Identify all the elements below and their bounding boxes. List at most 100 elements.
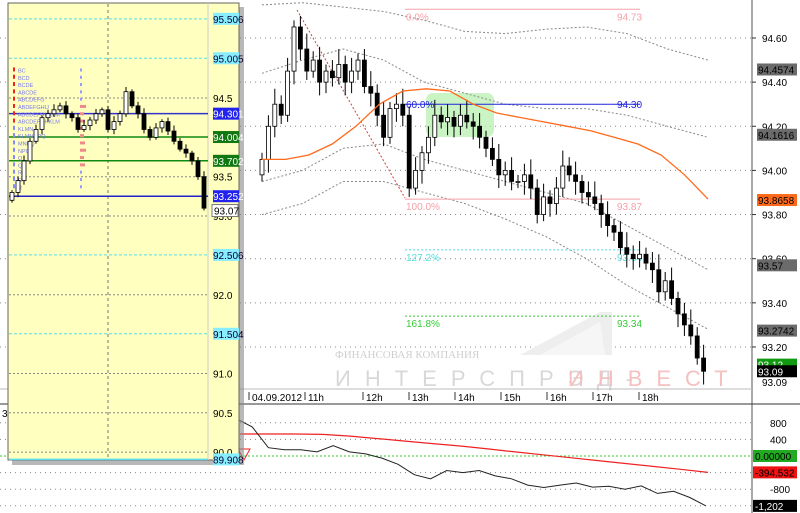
price-marker-label: 93.2742: [758, 327, 795, 338]
fibonacci-levels[interactable]: 0.0% 94.7360.0% 94.30100.0% 93.87127.2% 93.6…: [405, 8, 642, 330]
profile-row-letters: BCDE: [18, 83, 34, 89]
candle-bullish: [419, 152, 425, 171]
candle-bullish: [159, 121, 165, 129]
profile-marker: [13, 89, 15, 94]
panel-tick-label: 91.0: [213, 369, 233, 380]
candle-bearish: [547, 196, 553, 204]
candle-bearish: [701, 357, 706, 372]
profile-row-letters: ABCDE: [18, 90, 37, 96]
candle-bullish: [522, 174, 527, 182]
candle-bearish: [611, 225, 617, 233]
profile-volume-bar: [80, 163, 85, 167]
panel-level-label: 92.506: [213, 251, 244, 262]
trading-chart[interactable]: ФИНАНСОВАЯ КОМПАНИЯ ИНТЕРСПРЭД- ИНВЕСТ 0…: [0, 0, 800, 513]
watermark-logo: ФИНАНСОВАЯ КОМПАНИЯ ИНТЕРСПРЭД- ИНВЕСТ: [335, 312, 728, 391]
candle-bullish: [432, 114, 438, 138]
profile-row-letters: BCD: [18, 76, 30, 82]
candle-bearish: [483, 136, 489, 149]
fib-price-label: 94.73: [617, 12, 642, 23]
fib-trend-line[interactable]: [296, 9, 406, 199]
panel-level-label: 95.005: [213, 54, 244, 65]
candle-bearish: [165, 121, 171, 132]
price-axis[interactable]: 94.6094.4094.2094.0093.8093.6093.4093.20…: [752, 34, 797, 389]
profile-marker: [13, 118, 15, 123]
candle-bearish: [278, 103, 284, 116]
candle-bullish: [39, 117, 45, 130]
fib-level-label: 127.2%: [406, 253, 440, 264]
candle-bearish: [129, 91, 135, 107]
candle-bullish: [57, 105, 63, 111]
profile-volume-bar: [80, 148, 86, 152]
envelope-bands: [261, 2, 709, 330]
price-tick-label: 94.60: [762, 34, 787, 45]
candle-bearish: [573, 174, 578, 182]
candle-bullish: [259, 158, 265, 176]
candle-bearish: [329, 70, 335, 79]
panel-tick-label: 93.5: [213, 173, 233, 184]
profile-marker: [13, 67, 15, 72]
candle-bearish: [566, 165, 572, 176]
price-marker-label: 93.8658: [758, 196, 795, 207]
candle-bearish: [586, 192, 591, 198]
candle-bearish: [694, 335, 700, 359]
candle-bearish: [75, 117, 81, 130]
band-upper-outer-line: [261, 2, 709, 61]
profile-volume-bar: [80, 68, 82, 72]
candle-bullish: [541, 196, 546, 215]
candle-bearish: [489, 147, 495, 160]
profile-marker: [13, 74, 15, 79]
candle-bearish: [682, 313, 687, 326]
candle-bullish: [123, 91, 129, 115]
candle-bullish: [21, 160, 27, 182]
candle-bullish: [662, 280, 668, 293]
profile-volume-bar: [80, 90, 82, 94]
osc-marker-label: 0.00000: [755, 452, 792, 463]
candle-bearish: [317, 59, 323, 83]
fib-level-label: 100.0%: [406, 202, 440, 213]
profile-row-letters: KLMNOPQ: [18, 134, 46, 140]
profile-marker: [13, 103, 15, 108]
candle-bullish: [45, 113, 51, 119]
candle-bearish: [656, 269, 662, 293]
time-axis[interactable]: 04.09.2012 11h 12h 13h 14h 15h 16h 17h 18h: [248, 392, 659, 404]
panel-level-label: 94.301: [213, 110, 244, 121]
candle-bullish: [323, 70, 329, 83]
profile-volume-bar: [80, 185, 82, 189]
candle-bullish: [349, 70, 355, 83]
candle-bearish: [297, 26, 303, 50]
candle-bullish: [117, 113, 123, 123]
watermark-line1: ФИНАНСОВАЯ КОМПАНИЯ: [335, 349, 480, 361]
candle-bearish: [451, 117, 457, 127]
candle-bullish: [15, 180, 21, 193]
profile-marker: [13, 162, 15, 167]
candle-bearish: [400, 103, 406, 116]
candle-bullish: [393, 103, 399, 110]
osc-marker-label: -394.532: [755, 468, 795, 479]
candle-bullish: [81, 125, 87, 130]
candle-bearish: [147, 129, 153, 138]
osc-value-line: [235, 418, 707, 507]
candle-bullish: [265, 125, 271, 160]
profile-volume-bar: [80, 134, 84, 138]
profile-volume-bar: [80, 75, 82, 79]
price-tick-label: 93.80: [762, 211, 787, 222]
candle-bearish: [579, 181, 585, 193]
fib-price-label: 93.34: [617, 319, 642, 330]
candle-bearish: [650, 262, 655, 271]
price-marker-label: 94.4574: [758, 65, 795, 76]
profile-volume-bar: [80, 97, 82, 101]
profile-marker: [13, 184, 15, 189]
candle-bearish: [496, 158, 502, 176]
price-tick-label: 93.20: [762, 343, 787, 354]
candle-bullish: [33, 129, 39, 142]
time-tick-label: 17h: [596, 393, 613, 404]
candle-bullish: [27, 140, 33, 162]
profile-row-letters: BC: [18, 68, 26, 74]
osc-marker-label: -1,202: [755, 502, 784, 513]
osc-tick-label: 400: [770, 435, 787, 446]
candle-bearish: [171, 130, 177, 142]
profile-row-letters: MNPQ: [18, 141, 35, 147]
profile-panel[interactable]: 94.593.593.092.091.090.590.095.50695.005…: [7, 2, 244, 466]
profile-volume-bar: [80, 112, 84, 116]
candle-bullish: [51, 109, 57, 115]
